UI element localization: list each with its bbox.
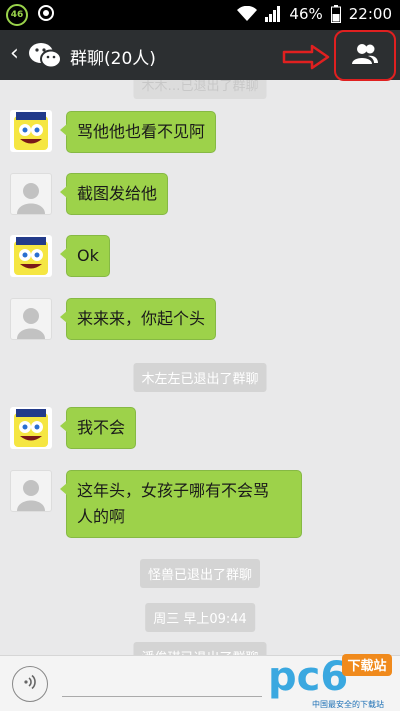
- system-message: 木左左已退出了群聊: [133, 363, 267, 392]
- status-bar: 46 46% 22:00: [0, 0, 400, 30]
- red-arrow-annotation-icon: [282, 44, 330, 74]
- back-icon[interactable]: ‹: [10, 41, 19, 66]
- battery-level: 46%: [289, 5, 323, 23]
- group-members-icon: [351, 43, 379, 69]
- message-bubble[interactable]: 骂他他也看不见阿: [59, 111, 217, 153]
- avatar-default[interactable]: [10, 298, 52, 340]
- chat-title: 群聊(20人): [70, 49, 156, 69]
- battery-icon: [330, 5, 341, 23]
- pc6-watermark-logo: pc6 下载站: [268, 650, 396, 704]
- timestamp: 周三 早上09:44: [145, 603, 255, 632]
- avatar-default[interactable]: [10, 173, 52, 215]
- voice-icon: [21, 673, 39, 695]
- watermark-logo-text: pc6: [268, 654, 348, 700]
- message-input[interactable]: [62, 696, 262, 697]
- wifi-icon: [237, 6, 258, 22]
- clock: 22:00: [348, 5, 392, 23]
- avatar-default[interactable]: [10, 470, 52, 512]
- group-members-button[interactable]: [334, 30, 396, 81]
- avatar-spongebob[interactable]: [10, 235, 52, 277]
- system-message: 潘俊琪已退出了群聊: [133, 642, 267, 655]
- message-bubble[interactable]: Ok: [60, 235, 110, 277]
- wechat-logo-icon: [28, 42, 62, 74]
- avatar-spongebob[interactable]: [10, 407, 52, 449]
- chat-header: ‹ 群聊(20人): [0, 30, 400, 81]
- voice-input-button[interactable]: [12, 666, 48, 702]
- system-message: 木木…已退出了群聊: [133, 80, 267, 99]
- signal-icon: [265, 6, 281, 22]
- message-bubble[interactable]: 截图发给他: [59, 173, 169, 215]
- message-bubble[interactable]: 我不会: [59, 407, 137, 449]
- watermark-tagline: 中国最安全的下载站: [312, 700, 384, 709]
- message-line: 人的啊: [77, 507, 126, 526]
- activity-badge: 46: [6, 4, 28, 26]
- message-bubble[interactable]: 这年头，女孩子哪有不会骂 人的啊: [60, 470, 302, 538]
- message-list[interactable]: 木木…已退出了群聊 骂他他也看不见阿 截图发给他 Ok 来来来，你起个头 木左左…: [0, 80, 400, 655]
- message-bubble[interactable]: 来来来，你起个头: [59, 298, 217, 340]
- watermark-badge: 下载站: [347, 658, 386, 674]
- message-line: 这年头，女孩子哪有不会骂: [77, 481, 270, 500]
- notification-icon: [38, 5, 54, 25]
- avatar-spongebob[interactable]: [10, 110, 52, 152]
- system-message: 怪兽已退出了群聊: [139, 559, 261, 588]
